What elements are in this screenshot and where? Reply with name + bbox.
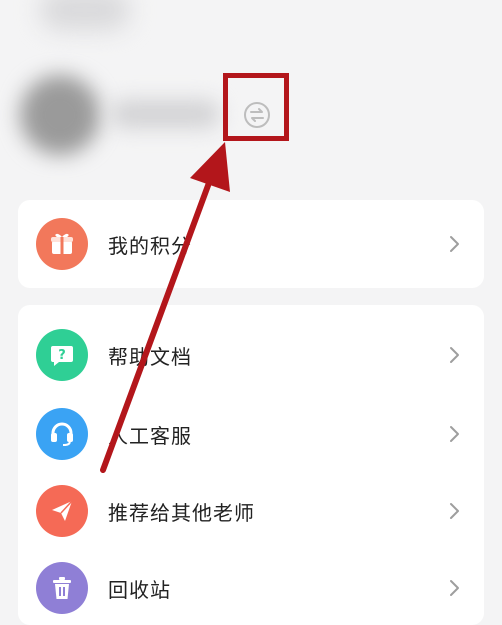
- menu-item-help-docs[interactable]: ? 帮助文档: [18, 325, 484, 385]
- menu-item-customer-service[interactable]: 人工客服: [18, 404, 484, 464]
- menu-item-points[interactable]: 我的积分: [18, 214, 484, 274]
- menu-item-label: 推荐给其他老师: [108, 500, 255, 525]
- blurred-header-text: [40, 0, 130, 30]
- menu-item-recommend[interactable]: 推荐给其他老师: [18, 481, 484, 541]
- chevron-right-icon: [450, 503, 459, 519]
- chevron-right-icon: [450, 236, 459, 252]
- highlight-box: [223, 73, 289, 141]
- user-name: [110, 100, 220, 128]
- menu-item-label: 帮助文档: [108, 344, 192, 369]
- chevron-right-icon: [450, 347, 459, 363]
- help-chat-icon: ?: [36, 329, 88, 381]
- chevron-right-icon: [450, 426, 459, 442]
- avatar[interactable]: [20, 75, 100, 155]
- menu-item-recycle-bin[interactable]: 回收站: [18, 558, 484, 618]
- trash-icon: [36, 562, 88, 614]
- menu-item-label: 回收站: [108, 577, 171, 602]
- gift-box-icon: [36, 218, 88, 270]
- send-plane-icon: [36, 485, 88, 537]
- menu-item-label: 我的积分: [108, 233, 192, 258]
- menu-item-label: 人工客服: [108, 423, 192, 448]
- chevron-right-icon: [450, 580, 459, 596]
- svg-text:?: ?: [58, 348, 66, 363]
- support-card: ? 帮助文档 人工客服 推荐给其他老师 回收站: [18, 305, 484, 625]
- headset-icon: [36, 408, 88, 460]
- points-card: 我的积分: [18, 200, 484, 288]
